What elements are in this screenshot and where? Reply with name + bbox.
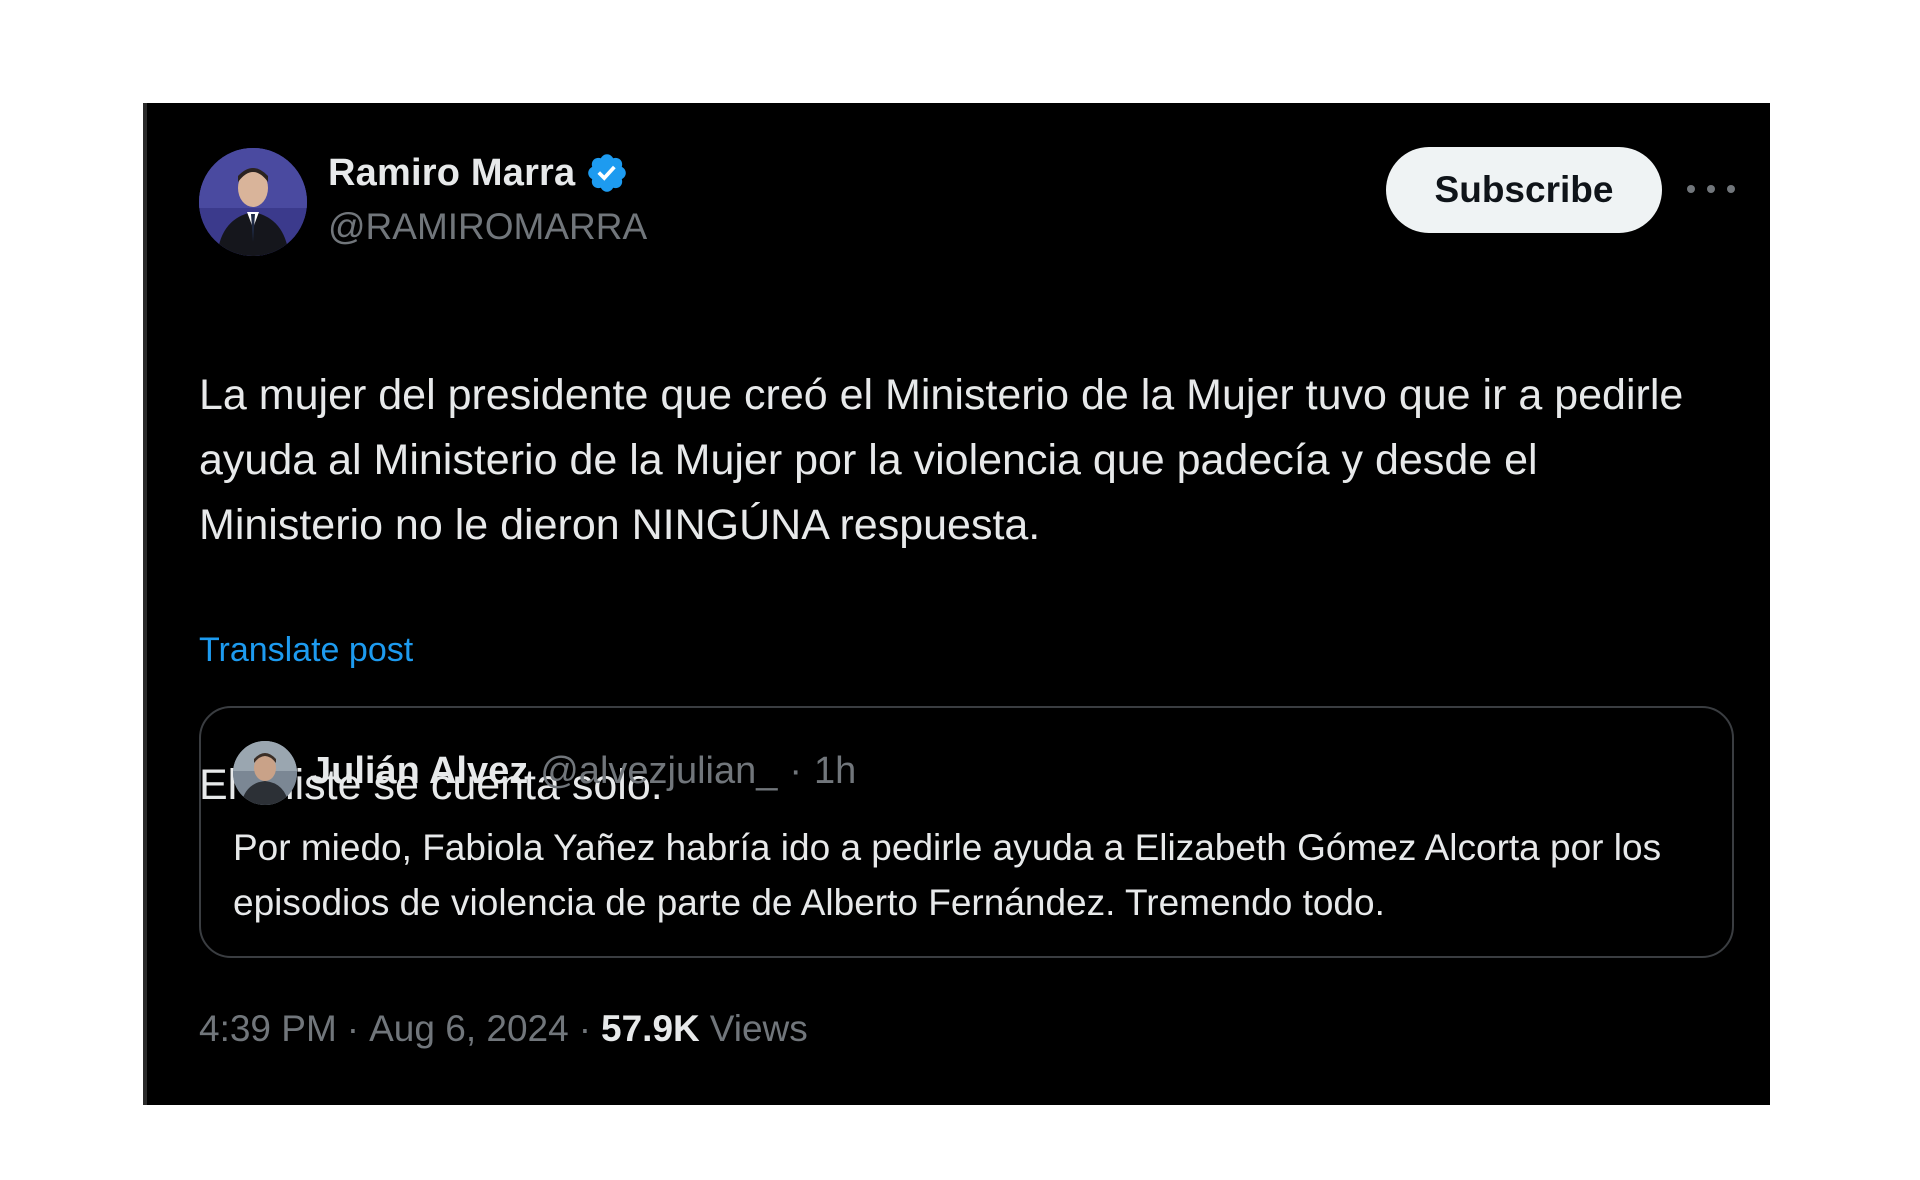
tweet-time[interactable]: 4:39 PM <box>199 1008 337 1050</box>
tweet-card: Ramiro Marra @RAMIROMARRA Subscribe La m… <box>143 103 1770 1105</box>
tweet-meta-row: 4:39 PM · Aug 6, 2024 · 57.9K Views <box>199 1008 808 1050</box>
author-handle[interactable]: @RAMIROMARRA <box>328 206 647 248</box>
more-dot <box>1707 185 1715 193</box>
more-dot <box>1687 185 1695 193</box>
more-dot <box>1727 185 1735 193</box>
quote-author-avatar[interactable] <box>233 741 297 805</box>
author-avatar-image <box>199 148 307 256</box>
quote-author-handle[interactable]: @alvezjulian_ <box>540 750 777 793</box>
verified-badge-icon[interactable] <box>585 151 629 195</box>
meta-separator: · <box>578 1008 592 1049</box>
translate-post-link[interactable]: Translate post <box>199 631 413 670</box>
tweet-date[interactable]: Aug 6, 2024 <box>369 1008 569 1050</box>
quote-header: Julián Alvez @alvezjulian_ · 1h <box>310 750 856 793</box>
quoted-tweet-card[interactable]: Julián Alvez @alvezjulian_ · 1h Por mied… <box>199 706 1734 958</box>
views-label: Views <box>709 1008 808 1049</box>
author-name-row: Ramiro Marra <box>328 151 629 195</box>
quote-timestamp[interactable]: 1h <box>814 750 856 793</box>
views-count: 57.9K <box>601 1008 700 1049</box>
subscribe-button[interactable]: Subscribe <box>1386 147 1662 233</box>
quote-text: Por miedo, Fabiola Yañez habría ido a pe… <box>233 827 1662 923</box>
more-horizontal-icon[interactable] <box>1687 171 1735 207</box>
author-avatar[interactable] <box>199 148 307 256</box>
quote-avatar-image <box>233 741 297 805</box>
tweet-paragraph: La mujer del presidente que creó el Mini… <box>199 371 1684 549</box>
author-name[interactable]: Ramiro Marra <box>328 152 575 195</box>
quote-author-name[interactable]: Julián Alvez <box>310 750 528 793</box>
meta-separator: · <box>346 1008 360 1049</box>
quote-separator: · <box>789 750 803 792</box>
